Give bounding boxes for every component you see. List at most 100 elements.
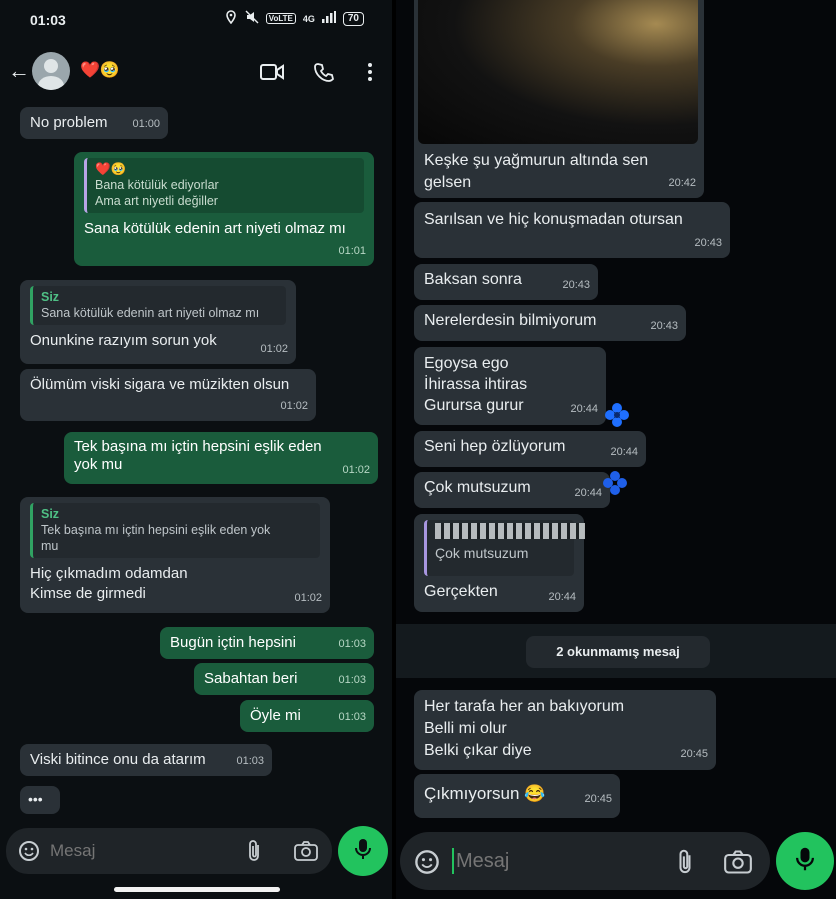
message-bubble[interactable]: Sabahtan beri 01:03 xyxy=(194,663,374,695)
message-text: Öyle mi xyxy=(250,707,301,724)
message-text-line: gelsen xyxy=(424,174,472,191)
message-text: Sarılsan ve hiç konuşmadan otursan xyxy=(424,211,683,228)
message-text-line: Belli mi olur xyxy=(424,720,507,737)
message-bubble[interactable]: Siz Tek başına mı içtin hepsini eşlik ed… xyxy=(20,497,330,613)
mic-button[interactable] xyxy=(338,826,388,876)
unread-divider: 2 okunmamış mesaj xyxy=(396,624,836,678)
quote-line: Tek başına mı içtin hepsini eşlik eden y… xyxy=(41,523,271,537)
message-time: 20:45 xyxy=(680,748,708,760)
message-time: 20:43 xyxy=(694,237,722,249)
message-time: 01:03 xyxy=(338,711,366,723)
redacted-name xyxy=(435,523,585,539)
message-text: Sana kötülük edenin art niyeti olmaz mı xyxy=(84,220,346,237)
volte-icon: VoLTE xyxy=(265,13,296,24)
message-bubble[interactable]: Bugün içtin hepsini 01:03 xyxy=(160,627,374,659)
message-bubble[interactable]: Ölümüm viski sigara ve müzikten olsun 01… xyxy=(20,369,316,421)
quote-line: mu xyxy=(41,539,59,553)
message-text-line: yok mu xyxy=(74,456,123,473)
quote-line: Sana kötülük edenin art niyeti olmaz mı xyxy=(41,306,260,320)
message-time: 01:03 xyxy=(338,638,366,650)
message-input-bar xyxy=(400,832,770,890)
message-bubble[interactable]: No problem 01:00 xyxy=(20,107,168,139)
back-arrow-icon[interactable]: ← xyxy=(8,58,30,84)
message-bubble[interactable]: Baksan sonra 20:43 xyxy=(414,264,598,300)
message-input[interactable] xyxy=(50,837,230,865)
message-input[interactable] xyxy=(456,846,656,876)
message-bubble[interactable]: Çok mutsuzum Gerçekten 20:44 xyxy=(414,514,585,612)
message-text: Viski bitince onu da atarım xyxy=(30,751,206,768)
message-time: 01:02 xyxy=(294,592,322,604)
sticker-icon[interactable] xyxy=(414,849,440,880)
camera-icon[interactable] xyxy=(724,850,752,879)
message-text-line: Tek başına mı içtin hepsini eşlik eden xyxy=(74,438,322,455)
message-bubble[interactable]: Çok mutsuzum 20:44 xyxy=(414,472,610,508)
message-time: 20:44 xyxy=(574,487,602,499)
mic-icon xyxy=(796,846,814,877)
message-input-bar xyxy=(6,828,332,874)
message-bubble[interactable]: Seni hep özlüyorum 20:44 xyxy=(414,431,646,467)
message-text: Nerelerdesin bilmiyorum xyxy=(424,312,597,329)
battery-icon: 70 xyxy=(342,11,364,26)
right-chat-screenshot: Keşke şu yağmurun altında sen gelsen 20:… xyxy=(396,0,836,899)
flower-decoration-icon xyxy=(603,471,627,495)
chat-header: ← ❤️🥹 xyxy=(0,44,392,100)
phone-call-icon[interactable] xyxy=(310,58,338,86)
text-cursor xyxy=(452,848,454,874)
message-text: No problem xyxy=(30,114,108,131)
message-bubble[interactable]: Öyle mi 01:03 xyxy=(240,700,374,732)
message-text-line: Hiç çıkmadım odamdan xyxy=(30,565,188,582)
sticker-icon[interactable] xyxy=(18,840,40,867)
message-text-line: Kimse de girmedi xyxy=(30,585,146,602)
message-text: Baksan sonra xyxy=(424,271,522,288)
message-time: 20:45 xyxy=(584,793,612,805)
image-message-bubble[interactable]: Keşke şu yağmurun altında sen gelsen 20:… xyxy=(414,0,704,198)
message-time: 20:43 xyxy=(650,320,678,332)
message-bubble[interactable]: Sarılsan ve hiç konuşmadan otursan 20:43 xyxy=(414,202,730,258)
message-bubble[interactable]: ❤️🥹 Bana kötülük ediyorlar Ama art niyet… xyxy=(74,152,374,266)
quoted-message[interactable]: Siz Tek başına mı içtin hepsini eşlik ed… xyxy=(30,503,320,558)
message-time: 20:44 xyxy=(548,591,576,603)
left-chat-screenshot: 01:03 VoLTE 4G 70 ← ❤️🥹 No problem 01:00… xyxy=(0,0,392,899)
mic-button[interactable] xyxy=(776,832,834,890)
message-text-line: Her tarafa her an bakıyorum xyxy=(424,698,625,715)
message-text: Çıkmıyorsun 😂 xyxy=(424,784,546,803)
mic-icon xyxy=(355,838,371,865)
message-time: 01:00 xyxy=(132,118,160,130)
more-options-icon[interactable] xyxy=(356,58,384,86)
message-text: Sabahtan beri xyxy=(204,670,298,687)
message-time: 20:44 xyxy=(570,403,598,415)
attach-icon[interactable] xyxy=(676,848,694,881)
quote-author: Siz xyxy=(41,507,60,521)
mute-icon xyxy=(245,10,259,27)
contact-name[interactable]: ❤️🥹 xyxy=(80,60,120,80)
quote-author: Siz xyxy=(41,290,60,304)
message-text: Ölümüm viski sigara ve müzikten olsun xyxy=(30,376,290,393)
quoted-message[interactable]: ❤️🥹 Bana kötülük ediyorlar Ama art niyet… xyxy=(84,158,364,213)
message-bubble[interactable]: Her tarafa her an bakıyorum Belli mi olu… xyxy=(414,690,716,770)
camera-icon[interactable] xyxy=(294,841,318,866)
video-call-icon[interactable] xyxy=(258,58,286,86)
quoted-message[interactable]: Çok mutsuzum xyxy=(424,520,585,576)
status-time: 01:03 xyxy=(30,12,66,28)
message-text-line: Belki çıkar diye xyxy=(424,742,532,759)
message-bubble[interactable]: Viski bitince onu da atarım 01:03 xyxy=(20,744,272,776)
message-text-line: Keşke şu yağmurun altında sen xyxy=(424,152,649,169)
message-text: Gerçekten xyxy=(424,583,498,600)
message-bubble[interactable]: Egoysa ego İhirassa ihtiras Gurursa guru… xyxy=(414,347,606,425)
network-label: 4G xyxy=(302,13,315,24)
message-bubble[interactable]: Tek başına mı içtin hepsini eşlik eden y… xyxy=(64,432,378,484)
message-time: 01:01 xyxy=(338,245,366,257)
status-bar: 01:03 VoLTE 4G 70 xyxy=(0,0,392,40)
message-time: 01:02 xyxy=(260,343,288,355)
message-bubble[interactable]: Siz Sana kötülük edenin art niyeti olmaz… xyxy=(20,280,296,364)
message-bubble[interactable]: Çıkmıyorsun 😂 20:45 xyxy=(414,774,620,818)
avatar[interactable] xyxy=(32,52,70,90)
quoted-message[interactable]: Siz Sana kötülük edenin art niyeti olmaz… xyxy=(30,286,286,325)
unread-messages-badge: 2 okunmamış mesaj xyxy=(526,636,710,668)
quote-author: ❤️🥹 xyxy=(95,162,127,176)
message-image[interactable] xyxy=(418,0,698,144)
message-time: 20:43 xyxy=(562,279,590,291)
attach-icon[interactable] xyxy=(246,839,262,868)
message-time: 01:03 xyxy=(338,674,366,686)
message-bubble[interactable]: Nerelerdesin bilmiyorum 20:43 xyxy=(414,305,686,341)
